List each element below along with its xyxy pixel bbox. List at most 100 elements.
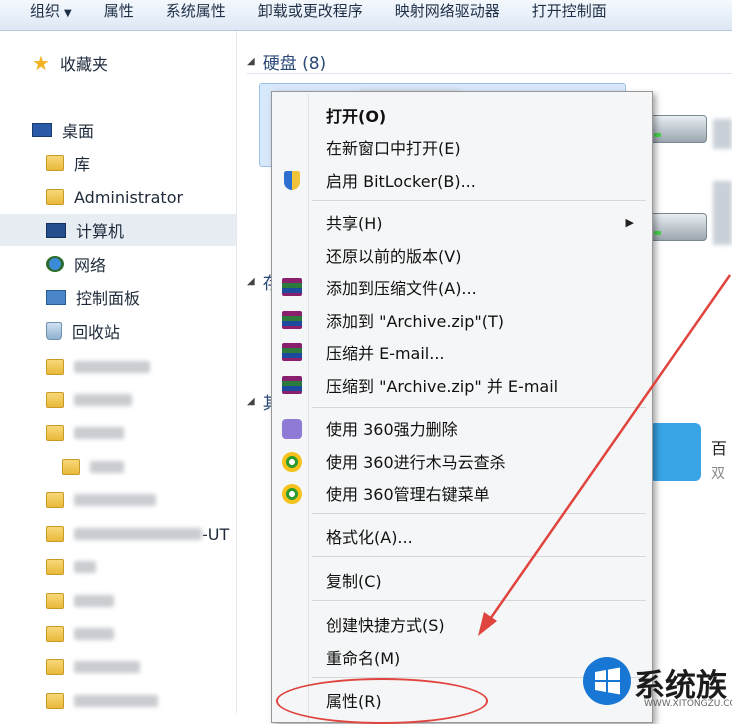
folder-label-blurred	[74, 427, 124, 439]
menu-item-bitlocker[interactable]: 启用 BitLocker(B)...	[274, 165, 648, 195]
folder-label-blurred	[74, 528, 202, 540]
nav-item-folder[interactable]	[0, 484, 236, 516]
map-network-drive-button[interactable]: 映射网络驱动器	[379, 0, 516, 30]
organize-menu-button[interactable]: 组织 ▼	[0, 0, 88, 30]
hard-drive-icon[interactable]	[649, 115, 707, 143]
context-menu: 打开(O) 在新窗口中打开(E) 启用 BitLocker(B)... 共享(H…	[271, 91, 653, 723]
map-drive-label: 映射网络驱动器	[394, 2, 500, 20]
menu-item-360-delete[interactable]: 使用 360强力删除	[274, 413, 648, 443]
menu-open-new-window-label: 在新窗口中打开(E)	[326, 139, 461, 158]
menu-360-scan-label: 使用 360进行木马云查杀	[326, 453, 506, 472]
menu-create-shortcut-label: 创建快捷方式(S)	[326, 616, 445, 635]
nav-item-folder[interactable]	[0, 451, 236, 483]
nav-control-panel-label: 控制面板	[76, 289, 141, 308]
uninstall-button[interactable]: 卸载或更改程序	[242, 0, 379, 30]
system-properties-label: 系统属性	[165, 2, 226, 20]
menu-item-compress-zip-email[interactable]: 压缩到 "Archive.zip" 并 E-mail	[274, 370, 648, 400]
computer-icon	[46, 222, 66, 238]
menu-item-create-shortcut[interactable]: 创建快捷方式(S)	[274, 609, 648, 639]
command-bar: 组织 ▼ 属性 系统属性 卸载或更改程序 映射网络驱动器 打开控制面	[0, 0, 732, 31]
folder-icon	[46, 626, 64, 642]
uac-shield-icon	[284, 171, 300, 190]
nav-desktop-label: 桌面	[62, 122, 95, 141]
folder-label-blurred	[74, 695, 158, 707]
menu-open-label: 打开(O)	[326, 107, 387, 126]
winrar-icon	[282, 278, 302, 296]
menu-item-compress-email[interactable]: 压缩并 E-mail...	[274, 337, 648, 367]
folder-icon	[46, 359, 64, 375]
nav-item-folder[interactable]	[0, 551, 236, 583]
user-folder-icon	[46, 189, 64, 205]
nav-computer-label: 计算机	[76, 222, 125, 241]
menu-add-to-zip-label: 添加到 "Archive.zip"(T)	[326, 312, 505, 331]
open-control-panel-label: 打开控制面	[531, 2, 607, 20]
nav-item-folder[interactable]	[0, 685, 236, 713]
baidu-cloud-icon[interactable]	[649, 423, 701, 481]
library-icon	[46, 155, 64, 171]
winrar-icon	[282, 376, 302, 394]
nav-item-folder[interactable]	[0, 585, 236, 617]
hard-drive-icon[interactable]	[649, 213, 707, 241]
collapse-triangle-icon: ◢	[247, 276, 255, 287]
group-header-hard-drives[interactable]: ◢ 硬盘 (8)	[247, 49, 326, 74]
menu-item-open-new-window[interactable]: 在新窗口中打开(E)	[274, 132, 648, 162]
star-icon: ★	[32, 51, 50, 75]
menu-rename-label: 重命名(M)	[326, 649, 401, 668]
collapse-triangle-icon: ◢	[247, 396, 255, 407]
folder-icon	[46, 425, 64, 441]
nav-item-administrator[interactable]: Administrator	[0, 181, 236, 213]
nav-item-folder[interactable]	[0, 384, 236, 416]
nav-item-favorites[interactable]: ★ 收藏夹	[0, 47, 236, 79]
menu-item-add-to-zip[interactable]: 添加到 "Archive.zip"(T)	[274, 305, 648, 335]
nav-item-folder[interactable]	[0, 351, 236, 383]
menu-item-copy[interactable]: 复制(C)	[274, 565, 648, 595]
menu-separator	[312, 513, 646, 514]
drive-label-blurred	[713, 119, 732, 149]
menu-item-360-manage[interactable]: 使用 360管理右键菜单	[274, 478, 648, 508]
menu-bitlocker-label: 启用 BitLocker(B)...	[326, 172, 476, 191]
menu-format-label: 格式化(A)...	[326, 528, 413, 547]
baidu-app-label: 百	[711, 439, 728, 458]
menu-item-share[interactable]: 共享(H) ▶	[274, 207, 648, 237]
group-divider	[247, 73, 732, 74]
nav-item-recycle-bin[interactable]: 回收站	[0, 315, 236, 347]
nav-admin-label: Administrator	[74, 187, 184, 207]
open-control-panel-button[interactable]: 打开控制面	[516, 0, 623, 30]
nav-item-control-panel[interactable]: 控制面板	[0, 281, 236, 313]
menu-item-360-scan[interactable]: 使用 360进行木马云查杀	[274, 446, 648, 476]
nav-item-desktop[interactable]: 桌面	[0, 114, 236, 146]
menu-item-restore-versions[interactable]: 还原以前的版本(V)	[274, 240, 648, 270]
nav-library-label: 库	[74, 155, 91, 174]
folder-icon	[46, 526, 64, 542]
nav-item-library[interactable]: 库	[0, 147, 236, 179]
folder-label-blurred	[74, 628, 114, 640]
network-globe-icon	[46, 256, 64, 272]
folder-label-blurred	[74, 394, 132, 406]
nav-item-folder[interactable]	[0, 618, 236, 650]
control-panel-icon	[46, 289, 66, 305]
folder-label-blurred	[74, 595, 114, 607]
menu-item-format[interactable]: 格式化(A)...	[274, 521, 648, 551]
nav-item-folder[interactable]	[0, 417, 236, 449]
folder-icon	[46, 492, 64, 508]
360-logo-icon	[282, 452, 302, 472]
nav-network-label: 网络	[74, 256, 107, 275]
nav-item-computer[interactable]: 计算机	[0, 214, 236, 246]
menu-360-delete-label: 使用 360强力删除	[326, 420, 458, 439]
system-properties-button[interactable]: 系统属性	[150, 0, 242, 30]
360-shred-icon	[282, 419, 302, 439]
nav-item-network[interactable]: 网络	[0, 248, 236, 280]
watermark-url: WWW.XITONGZU.COM	[644, 699, 732, 709]
nav-recycle-bin-label: 回收站	[72, 323, 121, 342]
properties-toolbar-label: 属性	[103, 2, 134, 20]
recycle-bin-icon	[46, 322, 62, 340]
properties-toolbar-button[interactable]: 属性	[88, 0, 150, 30]
nav-item-folder[interactable]: -UT	[0, 518, 236, 550]
menu-separator	[312, 600, 646, 601]
nav-item-folder[interactable]	[0, 651, 236, 683]
menu-item-open[interactable]: 打开(O)	[274, 100, 648, 130]
navigation-pane: ★ 收藏夹 桌面 库 Administrator 计算机 网络 控制面板 回收站	[0, 31, 237, 713]
menu-copy-label: 复制(C)	[326, 572, 382, 591]
organize-label: 组织	[30, 2, 61, 20]
menu-item-add-archive[interactable]: 添加到压缩文件(A)...	[274, 272, 648, 302]
